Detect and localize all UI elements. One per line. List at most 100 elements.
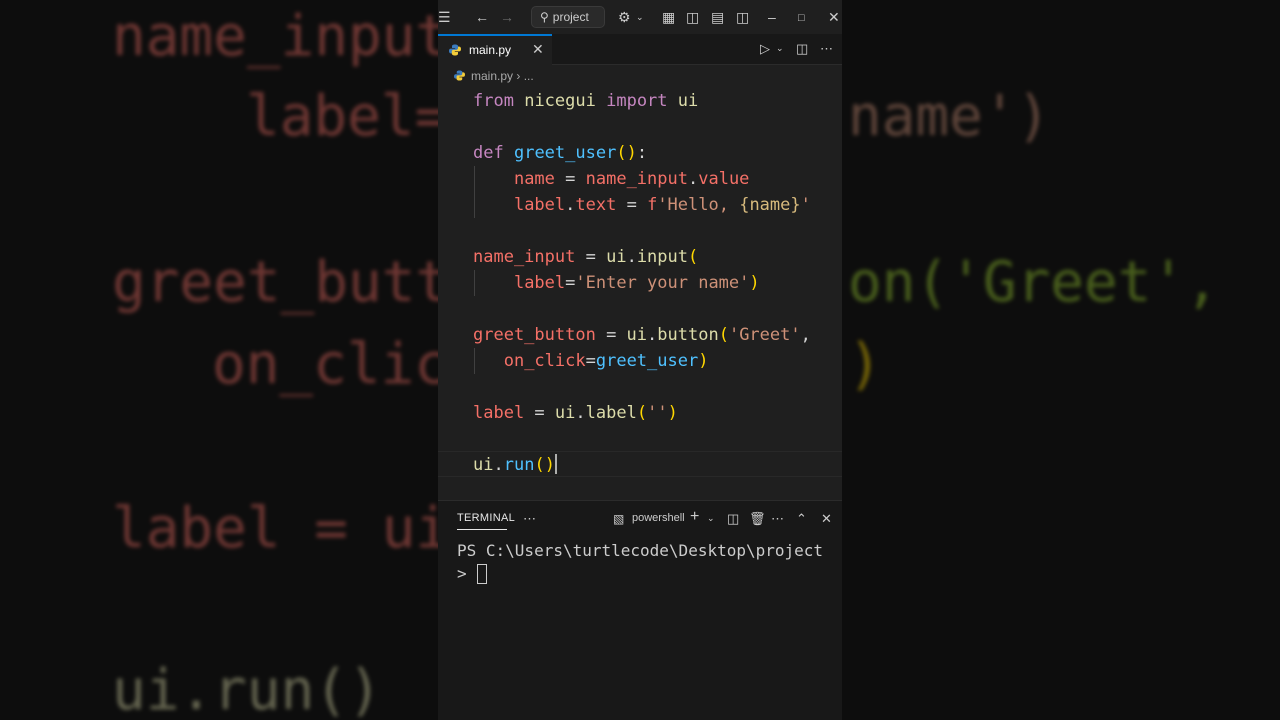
- breadcrumb-file[interactable]: main.py: [471, 69, 513, 83]
- code-line[interactable]: name = name_input.value: [473, 166, 749, 192]
- breadcrumb: main.py › ...: [454, 69, 534, 83]
- code-editor[interactable]: from nicegui import ui def greet_user(): …: [438, 88, 842, 500]
- code-line[interactable]: label.text = f'Hello, {name}': [473, 192, 811, 218]
- close-panel-icon[interactable]: ✕: [821, 511, 832, 527]
- toggle-panel-icon[interactable]: ▤: [711, 8, 724, 26]
- code-token: name_input: [473, 247, 576, 267]
- run-icon[interactable]: ▷: [760, 41, 770, 57]
- code-token: ): [698, 351, 709, 371]
- forward-arrow-icon[interactable]: →: [500, 8, 514, 26]
- code-token: f: [647, 195, 658, 215]
- maximize-panel-icon[interactable]: ⌃: [796, 511, 807, 527]
- new-terminal-icon[interactable]: +: [690, 508, 699, 526]
- code-token: =: [524, 403, 555, 423]
- code-line[interactable]: label='Enter your name'): [473, 270, 760, 296]
- layout-icon[interactable]: ▦: [662, 8, 675, 26]
- code-line[interactable]: from nicegui import ui: [473, 88, 698, 114]
- back-arrow-icon[interactable]: ←: [475, 8, 489, 26]
- toggle-sidebar-icon[interactable]: ◫: [686, 8, 699, 26]
- code-token: ): [667, 403, 678, 423]
- code-token: button: [657, 325, 719, 345]
- terminal-panel: TERMINAL ⋯ ▧ powershell + ⌄ ◫ 🗑︎ ⋯ ⌃ ✕ P…: [438, 500, 842, 720]
- code-token: =: [585, 351, 596, 371]
- bg-text: ): [848, 332, 882, 397]
- terminal-prompt-line[interactable]: >: [457, 564, 487, 584]
- toggle-secondary-sidebar-icon[interactable]: ◫: [736, 8, 749, 26]
- chevron-down-icon[interactable]: ⌄: [707, 513, 715, 524]
- code-token: .: [565, 195, 576, 215]
- trash-icon[interactable]: 🗑︎: [749, 511, 766, 527]
- code-token: import: [606, 91, 668, 111]
- code-token: ui: [626, 325, 648, 345]
- code-token: =: [554, 169, 586, 189]
- code-token: (: [718, 325, 729, 345]
- chevron-down-icon[interactable]: ⌄: [776, 43, 784, 54]
- vscode-window: ☰ ← → ⚲ project ⚙ ⌄ ▦ ◫ ▤ ◫ – □ ✕ main.py…: [438, 0, 842, 720]
- bg-text: name'): [848, 84, 1051, 149]
- breadcrumb-symbols[interactable]: ...: [524, 69, 534, 83]
- active-tab-underline: [457, 529, 507, 530]
- code-line[interactable]: on_click=greet_user): [473, 348, 709, 374]
- more-actions-icon[interactable]: ⋯: [820, 41, 833, 57]
- split-editor-icon[interactable]: ◫: [796, 41, 808, 57]
- code-token: .: [647, 325, 658, 345]
- command-center-search[interactable]: ⚲ project: [531, 6, 605, 28]
- code-token: =: [616, 195, 648, 215]
- code-token: ': [800, 195, 811, 215]
- more-actions-icon[interactable]: ⋯: [771, 511, 784, 527]
- code-token: label: [585, 403, 637, 423]
- close-tab-icon[interactable]: ✕: [532, 41, 544, 58]
- code-token: ui: [473, 455, 494, 475]
- code-token: 'Hello,: [657, 195, 740, 215]
- code-line[interactable]: name_input = ui.input(: [473, 244, 698, 270]
- bg-text: on('Greet',: [848, 250, 1219, 315]
- code-token: (): [616, 143, 637, 163]
- bg-text: label=: [246, 84, 449, 149]
- bg-text: name_input: [112, 4, 450, 69]
- code-token: 'Enter your name': [575, 273, 750, 293]
- code-token: '': [647, 403, 668, 423]
- text-cursor: [554, 454, 557, 474]
- code-token: label: [513, 273, 566, 293]
- code-token: input: [636, 247, 688, 267]
- code-line[interactable]: label = ui.label(''): [473, 400, 678, 426]
- split-terminal-icon[interactable]: ◫: [727, 511, 739, 527]
- copilot-icon[interactable]: ⚙: [618, 8, 631, 26]
- code-token: greet_button: [473, 325, 596, 345]
- code-token: :: [636, 143, 648, 163]
- python-file-icon: [449, 44, 461, 56]
- bg-text: greet_butt: [112, 250, 450, 315]
- more-actions-icon[interactable]: ⋯: [523, 511, 536, 527]
- chevron-down-icon[interactable]: ⌄: [636, 8, 644, 26]
- maximize-icon[interactable]: □: [798, 9, 805, 27]
- terminal-shell-label[interactable]: powershell: [632, 512, 685, 524]
- tab-main-py[interactable]: main.py ✕: [438, 34, 552, 65]
- terminal-output-line: PS C:\Users\turtlecode\Desktop\project: [457, 541, 824, 560]
- code-token: ui: [677, 91, 699, 111]
- code-token: .: [687, 169, 699, 189]
- prompt-glyph: >: [457, 564, 467, 583]
- bg-text: on_clic: [212, 332, 449, 397]
- code-token: (): [534, 455, 555, 475]
- code-token: from: [473, 91, 514, 111]
- code-token: {name}: [739, 195, 801, 215]
- code-token: =: [575, 247, 607, 267]
- code-line[interactable]: def greet_user():: [473, 140, 647, 166]
- minimize-icon[interactable]: –: [768, 8, 776, 26]
- code-token: ): [749, 273, 760, 293]
- code-token: (: [636, 403, 648, 423]
- close-icon[interactable]: ✕: [828, 8, 840, 26]
- code-token: ui: [606, 247, 627, 267]
- code-line[interactable]: ui.run(): [473, 452, 557, 478]
- code-token: ui: [554, 403, 576, 423]
- menu-icon[interactable]: ☰: [438, 8, 451, 26]
- tab-terminal[interactable]: TERMINAL: [457, 512, 515, 524]
- code-line[interactable]: greet_button = ui.button('Greet',: [473, 322, 811, 348]
- terminal-icon: ▧: [613, 512, 625, 526]
